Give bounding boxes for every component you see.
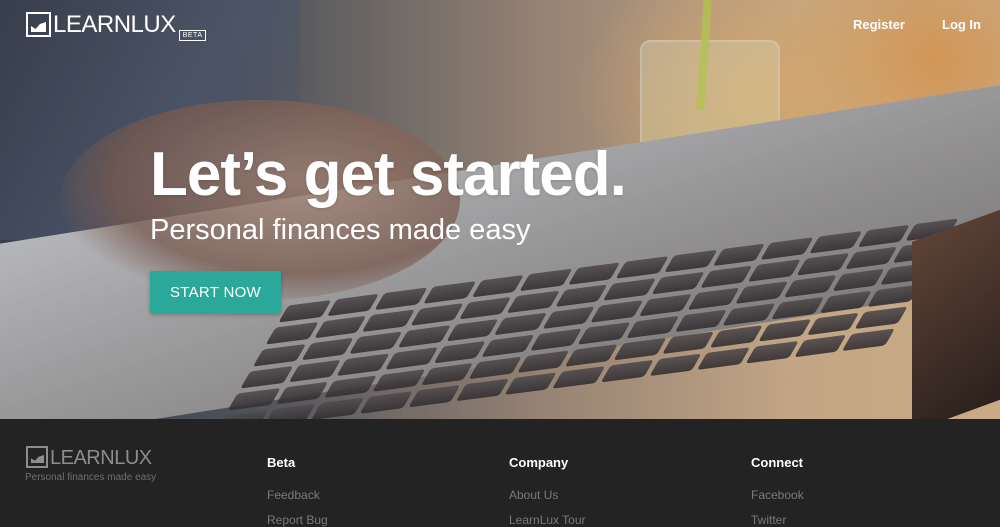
footer-logo-chart-icon (26, 446, 48, 468)
register-link[interactable]: Register (853, 17, 905, 32)
footer-logo-text: LEARNLUX (50, 447, 152, 469)
footer-column-title: Company (509, 455, 569, 470)
footer-column-connect: Connect Facebook Twitter (751, 455, 804, 527)
logo-text: LEARNLUX (53, 11, 176, 38)
footer-link-facebook[interactable]: Facebook (751, 488, 804, 502)
footer-column-title: Beta (267, 455, 296, 470)
hero-headline: Let’s get started. (150, 140, 627, 209)
logo-chart-icon (26, 12, 51, 37)
top-nav: Register Log In (853, 17, 981, 32)
footer-tagline: Personal finances made easy (25, 472, 157, 483)
hero-section: LEARNLUX BETA Register Log In Let’s get … (0, 0, 1000, 419)
start-now-button[interactable]: START NOW (150, 271, 281, 313)
footer-link-about-us[interactable]: About Us (509, 488, 586, 502)
hero-subhead: Personal finances made easy (150, 214, 531, 246)
site-logo[interactable]: LEARNLUX BETA (26, 10, 207, 41)
footer-logo[interactable]: LEARNLUX (26, 446, 152, 470)
site-footer: LEARNLUX Personal finances made easy Bet… (0, 419, 1000, 527)
footer-column-beta: Beta Feedback Report Bug (267, 455, 328, 527)
footer-column-company: Company About Us LearnLux Tour (509, 455, 586, 527)
footer-link-twitter[interactable]: Twitter (751, 513, 804, 527)
footer-link-report-bug[interactable]: Report Bug (267, 513, 328, 527)
footer-link-learnlux-tour[interactable]: LearnLux Tour (509, 513, 586, 527)
footer-column-title: Connect (751, 455, 803, 470)
beta-badge: BETA (178, 30, 207, 41)
login-link[interactable]: Log In (942, 17, 981, 32)
footer-link-feedback[interactable]: Feedback (267, 488, 328, 502)
